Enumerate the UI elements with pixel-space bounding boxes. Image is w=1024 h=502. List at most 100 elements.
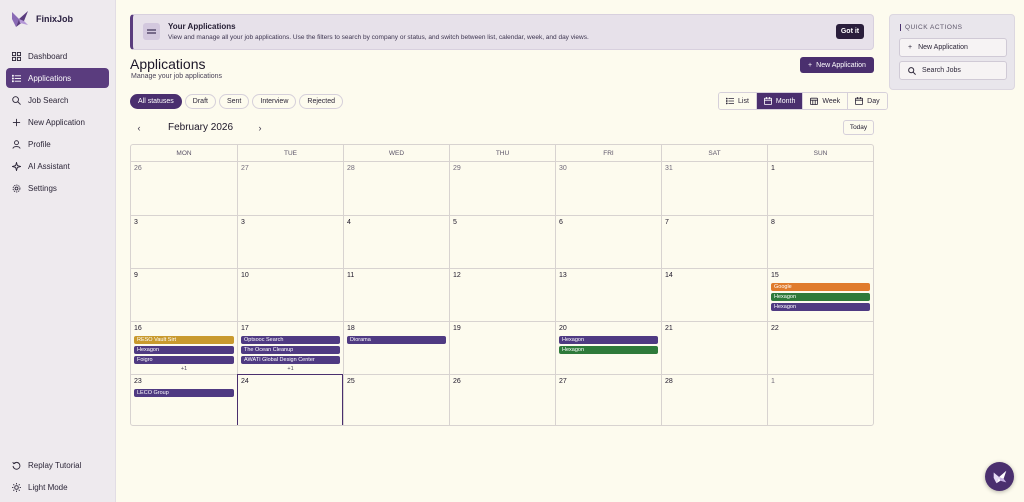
got-it-button[interactable]: Got it — [836, 24, 864, 39]
calendar-event[interactable]: LECO Group — [134, 389, 234, 397]
calendar-event[interactable]: Hexagon — [559, 336, 658, 344]
info-banner: Your Applications View and manage all yo… — [130, 14, 874, 50]
calendar-event[interactable]: Hexagon — [771, 303, 870, 311]
calendar-day-cell[interactable]: 25 — [343, 374, 449, 425]
calendar-day-cell[interactable]: 18 Diorama — [343, 321, 449, 374]
calendar-day-cell[interactable]: 26 — [449, 374, 555, 425]
sidebar-item-new-application[interactable]: New Application — [6, 112, 109, 132]
sidebar-item-light-mode[interactable]: Light Mode — [6, 477, 109, 497]
filter-interview[interactable]: Interview — [252, 94, 297, 109]
sidebar-item-replay-tutorial[interactable]: Replay Tutorial — [6, 455, 109, 475]
day-number: 21 — [665, 325, 673, 332]
day-number: 15 — [771, 272, 779, 279]
calendar-day-cell[interactable]: 27 — [237, 162, 343, 215]
calendar-day-cell[interactable]: 22 — [767, 321, 873, 374]
sidebar-item-label: Job Search — [28, 95, 69, 105]
more-events-link[interactable]: +1 — [241, 366, 340, 372]
calendar-day-cell[interactable]: 5 — [449, 215, 555, 268]
calendar-day-cell[interactable]: 9 — [131, 268, 237, 321]
previous-month-button[interactable]: ‹ — [133, 122, 145, 134]
day-number: 3 — [134, 219, 138, 226]
calendar-day-cell[interactable]: 31 — [661, 162, 767, 215]
sidebar-item-applications[interactable]: Applications — [6, 68, 109, 88]
weekday-label: THU — [449, 145, 555, 161]
calendar-day-cell[interactable]: 21 — [661, 321, 767, 374]
calendar-day-cell[interactable]: 19 — [449, 321, 555, 374]
next-month-button[interactable]: › — [254, 122, 266, 134]
sidebar-item-profile[interactable]: Profile — [6, 134, 109, 154]
day-number: 26 — [453, 378, 461, 385]
calendar-event[interactable]: Optsooc Search — [241, 336, 340, 344]
view-week[interactable]: Week — [802, 93, 848, 109]
banner-title: Your Applications — [168, 22, 236, 31]
calendar-day-cell[interactable]: 6 — [555, 215, 661, 268]
sidebar-item-ai-assistant[interactable]: AI Assistant — [6, 156, 109, 176]
quick-new-application-button[interactable]: + New Application — [899, 38, 1007, 57]
calendar-day-cell[interactable]: 14 — [661, 268, 767, 321]
new-application-button[interactable]: + New Application — [800, 57, 874, 73]
calendar-event[interactable]: Foigro — [134, 356, 234, 364]
day-number: 28 — [347, 165, 355, 172]
calendar-day-cell[interactable]: 12 — [449, 268, 555, 321]
calendar-event[interactable]: RESO Vault Sirt — [134, 336, 234, 344]
calendar-event[interactable]: Hexagon — [559, 346, 658, 354]
filter-draft[interactable]: Draft — [184, 94, 216, 109]
calendar-day-cell[interactable]: 3 — [237, 215, 343, 268]
calendar-event[interactable]: The Ocean Cleanup — [241, 346, 340, 354]
calendar-day-cell[interactable]: 8 — [767, 215, 873, 268]
view-label: Month — [775, 97, 796, 105]
filter-rejected[interactable]: Rejected — [299, 94, 344, 109]
day-number: 28 — [665, 378, 673, 385]
sidebar-item-settings[interactable]: Settings — [6, 178, 109, 198]
calendar-day-cell[interactable]: 17 Optsooc Search The Ocean Cleanup AWATI G… — [237, 321, 343, 374]
calendar-day-cell[interactable]: 7 — [661, 215, 767, 268]
calendar-day-cell[interactable]: 1 — [767, 374, 873, 425]
calendar-day-cell[interactable]: 23 LECO Group — [131, 374, 237, 425]
dashboard-icon — [12, 51, 21, 61]
view-list[interactable]: List — [719, 93, 756, 109]
calendar-event[interactable]: Hexagon — [771, 293, 870, 301]
calendar-day-cell[interactable]: 30 — [555, 162, 661, 215]
assistant-fab-button[interactable] — [985, 462, 1014, 491]
calendar-event[interactable]: Hexagon — [134, 346, 234, 354]
day-number: 24 — [241, 378, 249, 385]
calendar-day-cell[interactable]: 28 — [343, 162, 449, 215]
calendar-event[interactable]: Diorama — [347, 336, 446, 344]
calendar-day-cell[interactable]: 28 — [661, 374, 767, 425]
day-number: 11 — [347, 272, 355, 279]
brand[interactable]: FinixJob — [10, 9, 73, 29]
calendar-day-cell-selected[interactable]: 24 — [237, 374, 343, 425]
day-number: 8 — [771, 219, 775, 226]
calendar-day-cell[interactable]: 4 — [343, 215, 449, 268]
view-day[interactable]: Day — [847, 93, 887, 109]
sidebar-item-job-search[interactable]: Job Search — [6, 90, 109, 110]
today-button[interactable]: Today — [843, 120, 874, 135]
sidebar-item-dashboard[interactable]: Dashboard — [6, 46, 109, 66]
calendar-day-cell[interactable]: 1 — [767, 162, 873, 215]
more-events-link[interactable]: +1 — [134, 366, 234, 372]
page-title: Applications — [130, 56, 206, 72]
calendar-event[interactable]: Google — [771, 283, 870, 291]
calendar-day-cell[interactable]: 16 RESO Vault Sirt Hexagon Foigro +1 — [131, 321, 237, 374]
calendar-day-cell[interactable]: 20 Hexagon Hexagon — [555, 321, 661, 374]
month-label: February 2026 — [168, 122, 234, 133]
filter-sent[interactable]: Sent — [218, 94, 250, 109]
day-number: 4 — [347, 219, 351, 226]
finixjob-logo-icon — [12, 11, 28, 27]
calendar-day-cell[interactable]: 10 — [237, 268, 343, 321]
day-number: 18 — [347, 325, 355, 332]
calendar-day-cell[interactable]: 27 — [555, 374, 661, 425]
quick-search-jobs-button[interactable]: Search Jobs — [899, 61, 1007, 80]
filter-all-statuses[interactable]: All statuses — [130, 94, 182, 109]
calendar-day-cell[interactable]: 13 — [555, 268, 661, 321]
calendar-day-cell[interactable]: 29 — [449, 162, 555, 215]
calendar-day-cell[interactable]: 3 — [131, 215, 237, 268]
calendar-day-cell[interactable]: 26 — [131, 162, 237, 215]
calendar-event[interactable]: AWATI Global Design Center — [241, 356, 340, 364]
calendar-day-cell[interactable]: 11 — [343, 268, 449, 321]
calendar-day-cell[interactable]: 15 Google Hexagon Hexagon — [767, 268, 873, 321]
view-month[interactable]: Month — [755, 93, 803, 109]
weekday-label: SUN — [767, 145, 873, 161]
day-number: 14 — [665, 272, 673, 279]
quick-action-label: New Application — [918, 44, 968, 51]
